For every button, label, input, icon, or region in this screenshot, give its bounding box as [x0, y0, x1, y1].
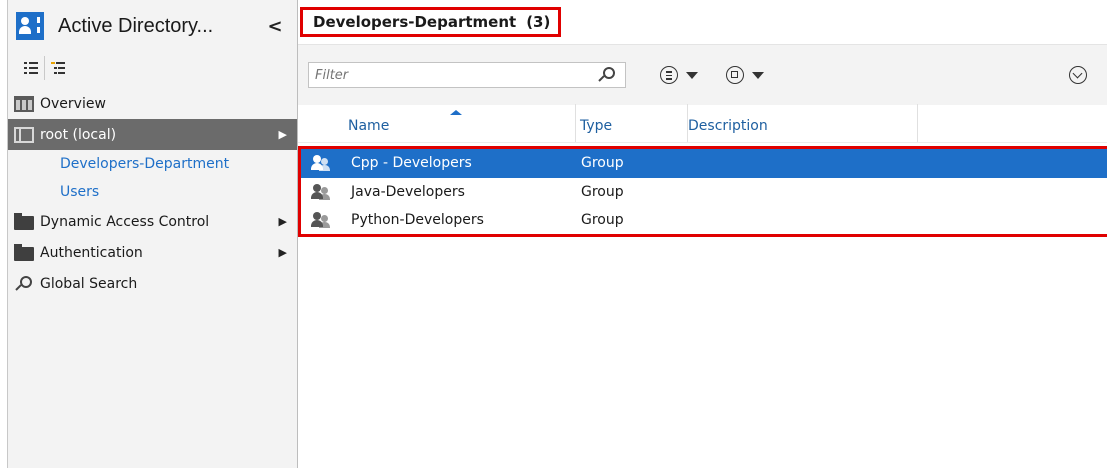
- tree-view-toggle[interactable]: [44, 56, 70, 80]
- column-header-type[interactable]: Type: [575, 104, 688, 142]
- column-header-name[interactable]: Name: [298, 104, 575, 142]
- row-name: Python-Developers: [351, 212, 484, 229]
- nav-item-label: Global Search: [40, 275, 138, 292]
- nav-item-developers-department[interactable]: Developers-Department: [8, 150, 297, 178]
- filter-search-icon[interactable]: [598, 67, 615, 83]
- folder-icon: [14, 212, 34, 230]
- table-row[interactable]: Java-Developers Group: [301, 178, 1107, 207]
- folder-icon: [14, 243, 34, 261]
- row-type: Group: [581, 155, 624, 172]
- nav-item-users[interactable]: Users: [8, 178, 297, 206]
- column-header-row: Name Type Description: [298, 104, 1107, 143]
- domain-icon: [14, 126, 34, 143]
- table-row[interactable]: Cpp - Developers Group: [301, 149, 1107, 178]
- nav-item-label: Authentication: [40, 244, 143, 261]
- container-title: Developers-Department (3): [300, 7, 562, 37]
- expand-arrow-icon[interactable]: ▶: [279, 119, 287, 150]
- group-icon: [311, 212, 333, 229]
- expand-toolbar-icon[interactable]: [1069, 66, 1087, 84]
- collapse-navigation-button[interactable]: <: [263, 16, 287, 37]
- content-pane: Developers-Department (3) Name Type Desc…: [298, 0, 1107, 468]
- view-options-button[interactable]: [660, 66, 698, 84]
- list-view-toggle[interactable]: [18, 56, 44, 80]
- results-list: Cpp - Developers Group Java-Developers G…: [298, 146, 1107, 237]
- row-name: Cpp - Developers: [351, 155, 472, 172]
- nav-item-dynamic-access-control[interactable]: Dynamic Access Control ▶: [8, 206, 297, 237]
- nav-item-label: Dynamic Access Control: [40, 213, 210, 230]
- folder-icon-wrap: [14, 212, 34, 230]
- navigation-tree: Overview root (local) ▶ Developers-Depar…: [8, 88, 297, 299]
- group-icon: [311, 183, 333, 200]
- app-title: Active Directory...: [58, 14, 214, 37]
- list-options-icon: [660, 66, 678, 84]
- view-toggles: [8, 52, 297, 84]
- nav-item-global-search[interactable]: Global Search: [8, 268, 297, 299]
- window-left-edge: [0, 0, 8, 468]
- overview-icon: [14, 95, 34, 112]
- content-header: Developers-Department (3): [298, 0, 1107, 45]
- search-icon: [15, 275, 32, 292]
- nav-item-authentication[interactable]: Authentication ▶: [8, 237, 297, 268]
- expand-arrow-icon[interactable]: ▶: [279, 206, 287, 237]
- nav-item-overview[interactable]: Overview: [8, 88, 297, 119]
- nav-item-root-local[interactable]: root (local) ▶: [8, 119, 297, 150]
- row-type: Group: [581, 212, 624, 229]
- filter-box: [308, 62, 626, 88]
- save-query-button[interactable]: [726, 66, 764, 84]
- nav-item-label: Overview: [40, 95, 106, 112]
- chevron-down-icon: [752, 71, 764, 79]
- tree-view-icon: [50, 62, 65, 74]
- table-row[interactable]: Python-Developers Group: [301, 206, 1107, 235]
- container-name: Developers-Department: [313, 13, 517, 31]
- chevron-down-icon: [686, 71, 698, 79]
- active-directory-app-icon: [16, 12, 44, 40]
- navigation-header: Active Directory... <: [8, 0, 297, 52]
- row-type: Group: [581, 183, 624, 200]
- filter-input[interactable]: [315, 67, 593, 83]
- list-view-icon: [24, 62, 38, 74]
- save-icon: [726, 66, 744, 84]
- navigation-pane: Active Directory... < Overview root (loc…: [8, 0, 298, 468]
- nav-item-label: root (local): [40, 126, 117, 143]
- column-header-description[interactable]: Description: [688, 104, 918, 142]
- row-name: Java-Developers: [351, 183, 465, 200]
- group-icon: [311, 155, 333, 172]
- expand-arrow-icon[interactable]: ▶: [279, 237, 287, 268]
- folder-icon-wrap: [14, 243, 34, 261]
- object-count: (3): [526, 13, 551, 31]
- content-toolbar: [298, 45, 1107, 105]
